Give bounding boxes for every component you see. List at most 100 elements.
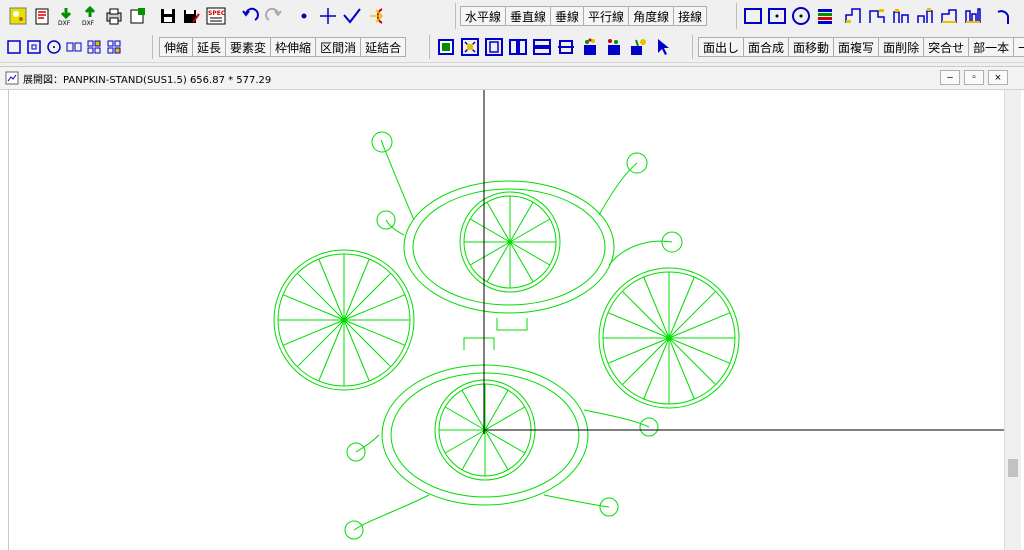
double-flange-button[interactable]: [962, 5, 984, 27]
arc-button[interactable]: [365, 5, 387, 27]
perpendicular-line-button[interactable]: 垂線: [550, 6, 585, 26]
select-grid-button[interactable]: [85, 38, 103, 56]
tangent-line-button[interactable]: 接線: [673, 6, 708, 26]
check-button[interactable]: [341, 5, 363, 27]
right-wheel-spoke: [621, 337, 670, 386]
left-wheel-spoke: [343, 319, 392, 368]
right-wheel-spoke: [621, 290, 670, 339]
cross-icon: [320, 8, 336, 24]
bottom-inner-wheel-spoke: [444, 429, 486, 454]
curve-tool-button[interactable]: [992, 5, 1014, 27]
layer-button[interactable]: [814, 5, 836, 27]
split-vertical-button[interactable]: [507, 36, 529, 58]
bottom-inner-wheel-spoke: [444, 406, 486, 431]
point-button[interactable]: [293, 5, 315, 27]
save-icon: [161, 9, 175, 23]
redo-button[interactable]: [263, 5, 285, 27]
parallel-line-button[interactable]: 平行線: [583, 6, 630, 26]
window-zoom-button[interactable]: [435, 36, 457, 58]
bend-up-icon: [845, 8, 861, 23]
restore-button[interactable]: ▫: [964, 70, 984, 85]
extend-button[interactable]: 延長: [192, 37, 227, 57]
spec-button[interactable]: SPEC: [205, 5, 227, 27]
top-inner-wheel-spoke: [509, 241, 551, 266]
butt-joint-button[interactable]: 突合せ: [923, 37, 970, 57]
vertical-line-button[interactable]: 垂直線: [505, 6, 552, 26]
more-face-tools-button[interactable]: 一: [1013, 37, 1024, 57]
right-wheel-spoke: [668, 337, 717, 386]
palette-button[interactable]: [579, 36, 601, 58]
palette-edit-button[interactable]: [627, 36, 649, 58]
select-double-rect-button[interactable]: [65, 38, 83, 56]
select-circle-button[interactable]: [45, 38, 63, 56]
single-part-button[interactable]: 部一本: [968, 37, 1015, 57]
layout-button[interactable]: [555, 36, 577, 58]
cross-button[interactable]: [317, 5, 339, 27]
circle-button[interactable]: [790, 5, 812, 27]
fit-button[interactable]: [483, 36, 505, 58]
centered-rectangle-button[interactable]: [766, 5, 788, 27]
bottom-inner-wheel-spoke: [461, 429, 486, 471]
face-delete-button[interactable]: 面削除: [878, 37, 925, 57]
lower-left-vine: [353, 494, 430, 531]
open-button[interactable]: [31, 5, 53, 27]
view-tools: [434, 32, 674, 62]
palette-alt-button[interactable]: [603, 36, 625, 58]
frame-stretch-button[interactable]: 枠伸縮: [270, 37, 317, 57]
undo-button[interactable]: [239, 5, 261, 27]
face-merge-button[interactable]: 面合成: [743, 37, 790, 57]
save-button[interactable]: [157, 5, 179, 27]
drawing-window-titlebar[interactable]: 展開図：PANPKIN-STAND(SUS1.5) 656.87 * 577.2…: [0, 67, 1024, 90]
horizontal-line-button[interactable]: 水平線: [460, 6, 507, 26]
bend-up-button[interactable]: [842, 5, 864, 27]
select-grid-alt-button[interactable]: [105, 38, 123, 56]
hem-button[interactable]: [938, 5, 960, 27]
select-rect-button[interactable]: [5, 38, 23, 56]
close-button[interactable]: ×: [988, 70, 1008, 85]
svg-text:SPEC: SPEC: [208, 10, 226, 17]
face-copy-button[interactable]: 面複写: [833, 37, 880, 57]
face-extract-button[interactable]: 面出し: [698, 37, 745, 57]
redo-icon: [265, 7, 282, 21]
centered-rectangle-icon: [768, 8, 786, 24]
curve-tool-icon: [997, 10, 1009, 24]
save-as-button[interactable]: [181, 5, 203, 27]
pumpkin-stand-drawing[interactable]: [9, 90, 1005, 550]
top-inner-wheel-spoke: [509, 241, 534, 283]
select-rect-center-button[interactable]: [25, 38, 43, 56]
extend-join-button[interactable]: 延結合: [360, 37, 407, 57]
drawing-canvas[interactable]: [8, 90, 1005, 550]
flange-right-button[interactable]: [914, 5, 936, 27]
zoom-all-button[interactable]: [459, 36, 481, 58]
section-delete-button[interactable]: 区間消: [315, 37, 362, 57]
minimize-button[interactable]: –: [940, 70, 960, 85]
print-button[interactable]: [103, 5, 125, 27]
angle-line-button[interactable]: 角度線: [628, 6, 675, 26]
rectangle-button[interactable]: [742, 5, 764, 27]
split-horizontal-button[interactable]: [531, 36, 553, 58]
top-pumpkin-outline: [403, 180, 615, 314]
split-vertical-icon: [509, 39, 527, 55]
change-element-button[interactable]: 要素変: [225, 37, 272, 57]
svg-text:DXF: DXF: [82, 20, 95, 26]
select-arrow-button[interactable]: [651, 36, 673, 58]
face-move-button[interactable]: 面移動: [788, 37, 835, 57]
stretch-button[interactable]: 伸縮: [159, 37, 194, 57]
flange-right-icon: [917, 8, 933, 23]
select-rect-icon: [7, 40, 21, 54]
bottom-inner-wheel-spoke: [484, 406, 526, 431]
new-drawing-button[interactable]: [7, 5, 29, 27]
bottom-inner-wheel-spoke: [461, 389, 486, 431]
select-arrow-icon: [658, 39, 669, 55]
left-wheel-spoke: [296, 319, 345, 368]
flange-left-button[interactable]: [890, 5, 912, 27]
vertical-scrollbar[interactable]: [1004, 90, 1021, 550]
import-dxf-button[interactable]: DXF: [55, 5, 77, 27]
top-inner-wheel-spoke: [486, 241, 511, 283]
drawing-document-icon: [5, 71, 19, 85]
bend-down-button[interactable]: [866, 5, 888, 27]
print-preview-button[interactable]: [127, 5, 149, 27]
export-dxf-button[interactable]: DXF: [79, 5, 101, 27]
rectangle-icon: [744, 8, 762, 24]
vertical-scrollbar-thumb[interactable]: [1008, 459, 1018, 477]
